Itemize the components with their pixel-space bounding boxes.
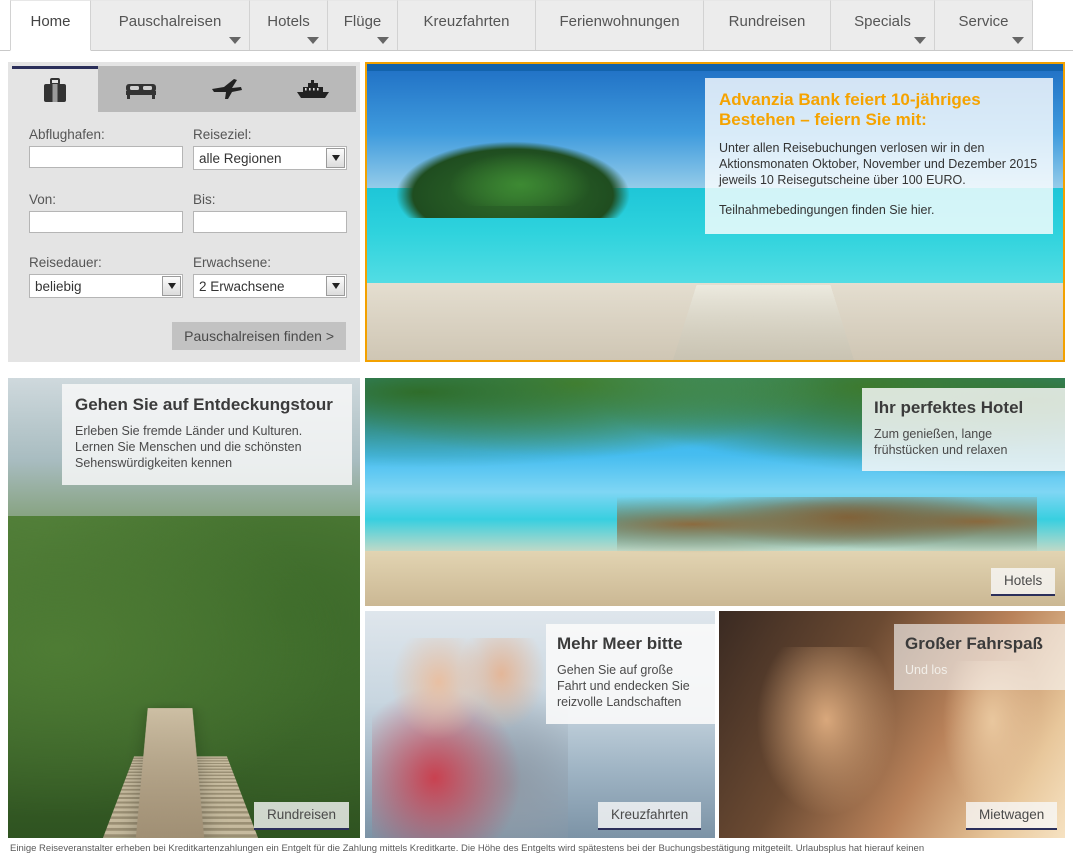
form-row-destination: Abflughafen: Reiseziel: alle Regionen xyxy=(22,120,354,179)
car-caption-card: Großer Fahrspaß Und los xyxy=(894,624,1065,690)
chevron-down-icon[interactable] xyxy=(914,37,926,44)
duration-label: Reisedauer: xyxy=(29,255,102,270)
suitcase-icon xyxy=(40,77,70,105)
destination-selected-value: alle Regionen xyxy=(199,150,282,166)
departure-airport-label: Abflughafen: xyxy=(29,127,105,142)
hotel-caption-text: Zum genießen, lange frühstücken und rela… xyxy=(874,427,1008,457)
nav-tab-label: Service xyxy=(958,13,1009,30)
duration-select[interactable]: beliebig xyxy=(29,274,183,298)
tour-caption-card: Gehen Sie auf Entdeckungstour Erleben Si… xyxy=(62,384,352,485)
nav-tab-label: Pauschalreisen xyxy=(118,13,222,30)
nav-bottom-rule xyxy=(0,50,1073,51)
hero-pier-graphic xyxy=(673,285,855,360)
chevron-down-icon[interactable] xyxy=(1012,37,1024,44)
hero-island-secondary-graphic xyxy=(450,152,590,207)
nav-tab-label: Home xyxy=(30,13,71,30)
date-to-label: Bis: xyxy=(193,192,216,207)
nav-tab-label: Ferienwohnungen xyxy=(559,13,680,30)
nav-tab-label: Rundreisen xyxy=(728,13,806,30)
hotel-caption-title: Ihr perfektes Hotel xyxy=(874,398,1024,417)
cruise-caption-title: Mehr Meer bitte xyxy=(557,634,683,653)
nav-tab-ferienwohnungen[interactable]: Ferienwohnungen xyxy=(535,0,704,51)
duration-chevron-down-icon[interactable] xyxy=(162,276,181,296)
field-departure-airport: Abflughafen: xyxy=(29,127,183,170)
nav-tab-label: Specials xyxy=(854,13,911,30)
search-tab-hotel[interactable] xyxy=(98,66,184,112)
departure-airport-input[interactable] xyxy=(29,146,183,168)
pill-rental-cars[interactable]: Mietwagen xyxy=(966,802,1058,830)
tour-caption-text: Erleben Sie fremde Länder und Kulturen. … xyxy=(75,424,303,470)
adults-label: Erwachsene: xyxy=(193,255,272,270)
footer-disclaimer: Einige Reiseveranstalter erheben bei Kre… xyxy=(10,843,925,854)
cruise-couple-graphic xyxy=(372,638,568,838)
adults-selected-value: 2 Erwachsene xyxy=(199,278,285,294)
ship-icon xyxy=(295,78,331,100)
field-destination: Reiseziel: alle Regionen xyxy=(193,127,347,170)
field-duration: Reisedauer: beliebig xyxy=(29,255,183,298)
search-type-tabs xyxy=(12,66,356,112)
date-to-input[interactable] xyxy=(193,211,347,233)
nav-tab-service[interactable]: Service xyxy=(934,0,1033,51)
search-panel: Abflughafen: Reiseziel: alle Regionen Vo… xyxy=(8,62,360,362)
hotel-caption-card: Ihr perfektes Hotel Zum genießen, lange … xyxy=(862,388,1065,471)
adults-chevron-down-icon[interactable] xyxy=(326,276,345,296)
main-navigation: Home Pauschalreisen Hotels Flüge Kreuzfahrte… xyxy=(0,0,1073,51)
nav-tab-hotels[interactable]: Hotels xyxy=(249,0,328,51)
nav-tab-label: Flüge xyxy=(343,13,382,30)
chevron-down-icon[interactable] xyxy=(307,37,319,44)
hero-paragraph-2[interactable]: Teilnahmebedingungen finden Sie hier. xyxy=(719,202,1039,218)
car-driver-graphic xyxy=(746,647,906,829)
adults-select[interactable]: 2 Erwachsene xyxy=(193,274,347,298)
nav-tab-rundreisen[interactable]: Rundreisen xyxy=(703,0,831,51)
pill-cruises[interactable]: Kreuzfahrten xyxy=(598,802,702,830)
search-tab-cruise[interactable] xyxy=(270,66,356,112)
nav-tab-label: Kreuzfahrten xyxy=(423,13,510,30)
nav-tab-kreuzfahrten[interactable]: Kreuzfahrten xyxy=(397,0,536,51)
page-root: Home Pauschalreisen Hotels Flüge Kreuzfahrte… xyxy=(0,0,1073,856)
field-date-from: Von: xyxy=(29,192,183,233)
pill-round-trips[interactable]: Rundreisen xyxy=(254,802,350,830)
hero-banner[interactable]: Advanzia Bank feiert 10-jähriges Bestehe… xyxy=(365,62,1065,362)
chevron-down-icon[interactable] xyxy=(229,37,241,44)
destination-select[interactable]: alle Regionen xyxy=(193,146,347,170)
search-tab-package[interactable] xyxy=(12,66,98,112)
form-row-dates: Von: Bis: xyxy=(22,185,354,242)
nav-tab-list: Home Pauschalreisen Hotels Flüge Kreuzfahrte… xyxy=(10,0,1033,51)
nav-tab-fl-ge[interactable]: Flüge xyxy=(327,0,398,51)
field-date-to: Bis: xyxy=(193,192,347,233)
bed-icon xyxy=(124,77,158,101)
nav-tab-home[interactable]: Home xyxy=(10,0,91,51)
find-packages-button[interactable]: Pauschalreisen finden > xyxy=(172,322,346,350)
cruise-caption-card: Mehr Meer bitte Gehen Sie auf große Fahr… xyxy=(546,624,715,724)
cruise-caption-text: Gehen Sie auf große Fahrt und endecken S… xyxy=(557,663,690,709)
duration-selected-value: beliebig xyxy=(35,278,82,294)
pill-hotels[interactable]: Hotels xyxy=(991,568,1056,596)
nav-tab-specials[interactable]: Specials xyxy=(830,0,935,51)
search-tab-flight[interactable] xyxy=(184,66,270,112)
chevron-down-icon[interactable] xyxy=(377,37,389,44)
field-adults: Erwachsene: 2 Erwachsene xyxy=(193,255,347,298)
tour-caption-title: Gehen Sie auf Entdeckungstour xyxy=(75,395,333,414)
hero-title: Advanzia Bank feiert 10-jähriges Bestehe… xyxy=(719,90,981,129)
form-row-duration-guests: Reisedauer: beliebig Erwachsene: 2 Erwac… xyxy=(22,248,354,307)
hero-top-accent-bar xyxy=(367,64,1063,71)
destination-chevron-down-icon[interactable] xyxy=(326,148,345,168)
nav-tab-label: Hotels xyxy=(267,13,310,30)
search-form: Abflughafen: Reiseziel: alle Regionen Vo… xyxy=(22,120,354,313)
nav-tab-pauschalreisen[interactable]: Pauschalreisen xyxy=(90,0,250,51)
hero-text-overlay: Advanzia Bank feiert 10-jähriges Bestehe… xyxy=(705,78,1053,234)
tour-wall-graphic xyxy=(134,708,206,838)
date-from-label: Von: xyxy=(29,192,57,207)
car-caption-title: Großer Fahrspaß xyxy=(905,634,1043,653)
hero-paragraph-1: Unter allen Reisebuchungen verlosen wir … xyxy=(719,141,1038,187)
plane-icon xyxy=(210,77,244,101)
destination-label: Reiseziel: xyxy=(193,127,252,142)
hero-body: Unter allen Reisebuchungen verlosen wir … xyxy=(719,140,1039,218)
date-from-input[interactable] xyxy=(29,211,183,233)
car-caption-text: Und los xyxy=(905,663,948,677)
